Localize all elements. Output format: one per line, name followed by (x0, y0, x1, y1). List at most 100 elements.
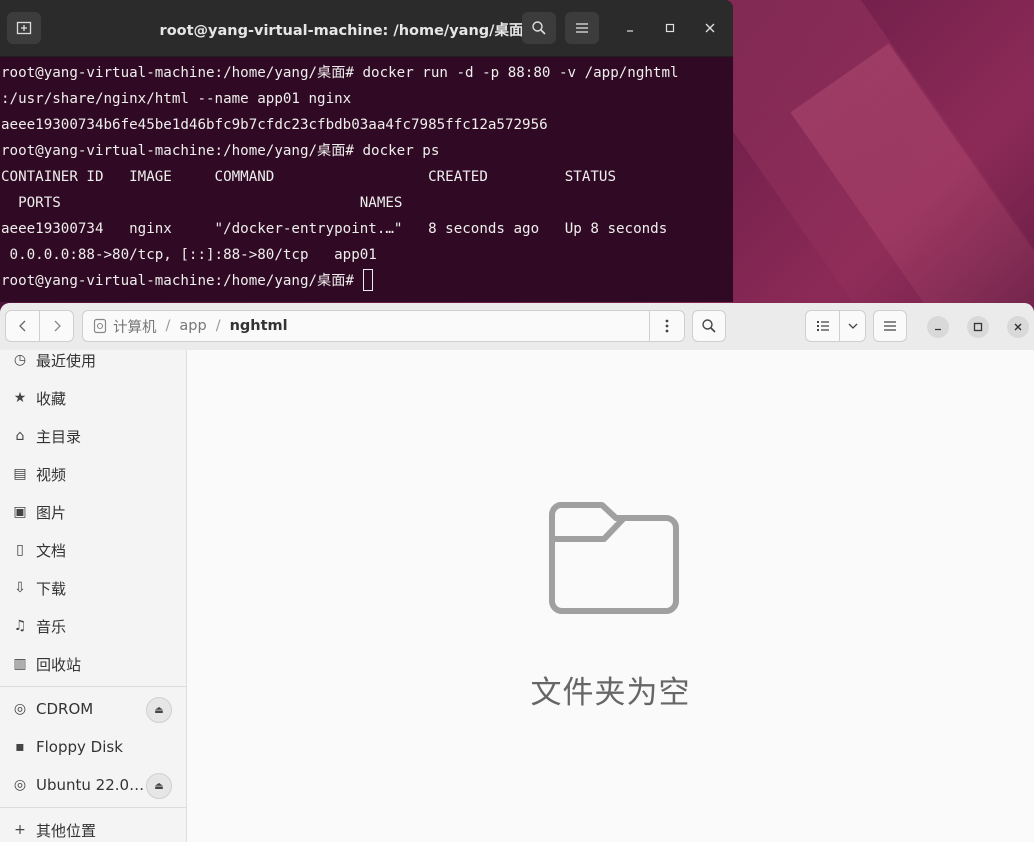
disc-icon: ◎ (13, 777, 27, 793)
chevron-left-icon (18, 320, 25, 332)
path-menu-button[interactable] (649, 311, 684, 341)
sidebar-item-floppy[interactable]: ▪ Floppy Disk (0, 728, 186, 766)
eject-icon: ⏏ (154, 704, 164, 716)
empty-folder-message: 文件夹为空 (530, 675, 691, 711)
terminal-header-bar[interactable]: root@yang-virtual-machine: /home/yang/桌面 (0, 0, 733, 57)
disc-icon: ◎ (13, 701, 27, 717)
sidebar-item-label: Floppy Disk (36, 738, 123, 756)
files-maximize-button[interactable] (967, 316, 989, 338)
forward-button[interactable] (39, 310, 74, 342)
sidebar-item-recent[interactable]: ◷ 最近使用 (0, 350, 186, 379)
search-icon (702, 319, 716, 333)
document-icon: ▯ (16, 542, 24, 558)
sidebar-item-label: 回收站 (36, 655, 82, 674)
search-icon (532, 21, 546, 35)
sidebar-item-documents[interactable]: ▯ 文档 (0, 531, 186, 569)
places-sidebar[interactable]: ◷ 最近使用 ★ 收藏 ⌂ 主目录 ▤ 视频 ▣ 图片 ▯ 文档 ⇩ 下载 ♫ (0, 350, 187, 842)
eject-button[interactable]: ⏏ (146, 773, 172, 799)
hamburger-menu-icon (884, 321, 896, 331)
sidebar-item-label: 最近使用 (36, 351, 97, 370)
breadcrumb-computer[interactable]: 计算机 (113, 316, 157, 337)
sidebar-item-other-locations[interactable]: + 其他位置 (0, 811, 186, 842)
sidebar-item-label: 收藏 (36, 389, 67, 408)
sidebar-item-trash[interactable]: ▥ 回收站 (0, 645, 186, 683)
sidebar-item-label: 视频 (36, 465, 67, 484)
vertical-dots-icon (665, 319, 669, 333)
terminal-line: CONTAINER ID IMAGE COMMAND CREATED STATU… (1, 169, 616, 185)
terminal-line: aeee19300734b6fe45be1d46bfc9b7cfdc23cfbd… (1, 117, 548, 133)
sidebar-item-label: 下载 (36, 579, 67, 598)
files-minimize-button[interactable] (927, 316, 949, 338)
terminal-prompt-line[interactable]: root@yang-virtual-machine:/home/yang/桌面# (1, 268, 733, 294)
breadcrumb-separator: / (165, 318, 171, 334)
home-icon: ⌂ (15, 428, 25, 444)
floppy-icon: ▪ (15, 739, 25, 755)
list-view-icon (816, 321, 829, 331)
breadcrumb-current-folder[interactable]: nghtml (230, 318, 288, 334)
files-close-button[interactable] (1007, 316, 1029, 338)
terminal-line: 0.0.0.0:88->80/tcp, [::]:88->80/tcp app0… (1, 247, 377, 263)
sidebar-item-videos[interactable]: ▤ 视频 (0, 455, 186, 493)
sidebar-item-ubuntu-disc[interactable]: ◎ Ubuntu 22.0… ⏏ (0, 766, 186, 804)
main-menu-button[interactable] (873, 310, 907, 342)
drive-icon (93, 318, 107, 334)
terminal-close-button[interactable] (698, 16, 722, 40)
terminal-output[interactable]: root@yang-virtual-machine:/home/yang/桌面#… (0, 57, 733, 294)
sidebar-item-home[interactable]: ⌂ 主目录 (0, 417, 186, 455)
sidebar-item-downloads[interactable]: ⇩ 下载 (0, 569, 186, 607)
sidebar-divider (0, 686, 186, 687)
terminal-line: root@yang-virtual-machine:/home/yang/桌面#… (1, 65, 679, 81)
view-options-dropdown[interactable] (839, 310, 866, 342)
image-icon: ▣ (13, 504, 27, 520)
file-manager-window[interactable]: 计算机 / app / nghtml ◷ 最近使用 ★ 收藏 ⌂ 主目录 ▤ 视… (0, 303, 1034, 842)
chevron-down-icon (848, 323, 857, 329)
download-icon: ⇩ (14, 580, 26, 596)
terminal-line: aeee19300734 nginx "/docker-entrypoint.…… (1, 221, 668, 237)
plus-icon: + (14, 822, 26, 838)
sidebar-item-label: 图片 (36, 503, 67, 522)
chevron-right-icon (54, 320, 61, 332)
empty-folder-icon (549, 502, 679, 614)
maximize-icon (665, 23, 675, 33)
terminal-line: root@yang-virtual-machine:/home/yang/桌面#… (1, 143, 440, 159)
maximize-icon (973, 322, 983, 332)
film-icon: ▤ (13, 466, 27, 482)
view-list-button[interactable] (805, 310, 840, 342)
star-icon: ★ (13, 390, 27, 406)
sidebar-item-label: Ubuntu 22.0… (36, 776, 145, 794)
minimize-icon (627, 30, 633, 32)
terminal-line: PORTS NAMES (1, 195, 403, 211)
sidebar-item-cdrom[interactable]: ◎ CDROM ⏏ (0, 690, 186, 728)
file-manager-header-bar[interactable]: 计算机 / app / nghtml (0, 303, 1034, 351)
minimize-icon (935, 328, 941, 331)
trash-icon: ▥ (13, 656, 27, 672)
close-icon (1014, 323, 1022, 331)
music-icon: ♫ (13, 618, 27, 634)
sidebar-item-music[interactable]: ♫ 音乐 (0, 607, 186, 645)
eject-button[interactable]: ⏏ (146, 697, 172, 723)
terminal-line: :/usr/share/nginx/html --name app01 ngin… (1, 91, 352, 107)
sidebar-item-label: 主目录 (36, 427, 82, 446)
sidebar-item-label: 音乐 (36, 617, 67, 636)
sidebar-item-starred[interactable]: ★ 收藏 (0, 379, 186, 417)
path-bar[interactable]: 计算机 / app / nghtml (82, 310, 685, 342)
sidebar-divider (0, 807, 186, 808)
terminal-prompt: root@yang-virtual-machine:/home/yang/桌面# (1, 273, 363, 289)
search-button[interactable] (692, 310, 726, 342)
back-button[interactable] (5, 310, 40, 342)
breadcrumb-app[interactable]: app (179, 318, 206, 334)
sidebar-item-label: CDROM (36, 700, 94, 718)
terminal-search-button[interactable] (522, 12, 556, 44)
terminal-cursor (362, 269, 373, 291)
terminal-window[interactable]: root@yang-virtual-machine: /home/yang/桌面 (0, 0, 733, 302)
sidebar-item-pictures[interactable]: ▣ 图片 (0, 493, 186, 531)
breadcrumb-separator: / (215, 318, 221, 334)
folder-content-area[interactable]: 文件夹为空 (187, 350, 1034, 842)
terminal-minimize-button[interactable] (618, 16, 642, 40)
hamburger-menu-icon (576, 23, 588, 33)
terminal-menu-button[interactable] (565, 12, 599, 44)
sidebar-item-label: 其他位置 (36, 821, 97, 840)
close-icon (705, 23, 715, 33)
terminal-maximize-button[interactable] (658, 16, 682, 40)
sidebar-item-label: 文档 (36, 541, 67, 560)
